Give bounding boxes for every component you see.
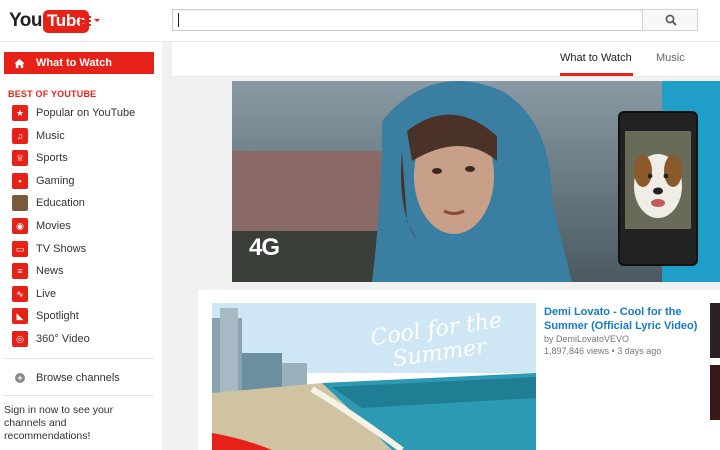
featured-video-card: Cool for the Summer Demi Lovato - Cool f… [198, 290, 720, 450]
sidebar-item-popular-on-youtube[interactable]: ★ Popular on YouTube [4, 103, 154, 123]
headphones-icon: ♫ [12, 128, 28, 144]
text-cursor [178, 13, 179, 27]
sidebar-item-label: Sports [36, 152, 68, 164]
sidebar-item-gaming[interactable]: ▪ Gaming [4, 171, 154, 191]
sidebar-item-label: Movies [36, 220, 71, 232]
sidebar-item-spotlight[interactable]: ◣ Spotlight [4, 306, 154, 326]
guide-menu-icon[interactable] [80, 14, 102, 28]
search-button[interactable] [642, 9, 698, 31]
sidebar-item-sports[interactable]: ♕ Sports [4, 148, 154, 168]
search-input[interactable] [172, 9, 642, 31]
home-icon [14, 58, 25, 68]
ad-banner[interactable]: 4G [232, 81, 720, 282]
video-meta: 1,897,846 views • 3 days ago [544, 346, 661, 356]
sidebar-item-label: Music [36, 130, 65, 142]
youtube-logo[interactable]: You Tube [9, 9, 90, 33]
video-title-link[interactable]: Demi Lovato - Cool for the Summer (Offic… [544, 305, 714, 333]
360-icon: ◎ [12, 331, 28, 347]
sidebar-item-tv-shows[interactable]: ▭ TV Shows [4, 239, 154, 259]
byline-prefix: by [544, 334, 557, 344]
sidebar-item-label: News [36, 265, 64, 277]
sidebar-item-label: TV Shows [36, 243, 87, 255]
sidebar-item-music[interactable]: ♫ Music [4, 126, 154, 146]
newspaper-icon: ≡ [12, 263, 28, 279]
sidebar-item-movies[interactable]: ◉ Movies [4, 216, 154, 236]
sidebar-item-label: Popular on YouTube [36, 107, 136, 119]
tab-music[interactable]: Music [656, 52, 685, 64]
sidebar-item-label: What to Watch [36, 57, 112, 69]
upload-age: 3 days ago [617, 346, 662, 356]
sidebar-item-360-video[interactable]: ◎ 360° Video [4, 329, 154, 349]
section-title: BEST OF YOUTUBE [8, 89, 97, 99]
divider [4, 358, 154, 359]
phone-image [618, 111, 698, 266]
meta-separator: • [609, 346, 618, 356]
channel-link[interactable]: DemiLovatoVEVO [556, 334, 629, 344]
popular-icon: ★ [12, 105, 28, 121]
active-tab-indicator [560, 73, 633, 76]
education-thumb-icon [12, 195, 28, 211]
sidebar-item-education[interactable]: Education [4, 193, 154, 213]
side-video-thumbnail[interactable] [710, 303, 720, 358]
divider [4, 395, 154, 396]
guide-sidebar: What to Watch BEST OF YOUTUBE ★ Popular o… [0, 42, 162, 450]
search-icon [665, 14, 677, 26]
view-count: 1,897,846 views [544, 346, 610, 356]
sidebar-item-label: Live [36, 288, 57, 300]
sidebar-item-news[interactable]: ≡ News [4, 261, 154, 281]
signin-prompt: Sign in now to see your channels and rec… [4, 404, 114, 442]
spotlight-icon: ◣ [12, 308, 28, 324]
content-tabs-bar: What to Watch Music [172, 42, 720, 77]
tv-icon: ▭ [12, 241, 28, 257]
browse-channels-link[interactable]: + Browse channels [4, 368, 154, 388]
side-video-thumbnail[interactable] [710, 365, 720, 420]
sidebar-item-label: 360° Video [36, 333, 90, 345]
sidebar-item-label: Spotlight [36, 310, 79, 322]
sidebar-item-label: Gaming [36, 175, 75, 187]
masthead: You Tube [0, 0, 720, 42]
trophy-icon: ♕ [12, 150, 28, 166]
plus-circle-icon: + [15, 373, 25, 383]
logo-you: You [9, 10, 42, 31]
sidebar-item-label: Education [36, 197, 85, 209]
ad-4g-badge: 4G [249, 234, 280, 261]
tab-what-to-watch[interactable]: What to Watch [560, 52, 632, 64]
browse-channels-label: Browse channels [36, 372, 120, 384]
video-byline: by DemiLovatoVEVO [544, 334, 629, 344]
gamepad-icon: ▪ [12, 173, 28, 189]
film-reel-icon: ◉ [12, 218, 28, 234]
sidebar-item-live[interactable]: ∿ Live [4, 284, 154, 304]
sidebar-item-what-to-watch[interactable]: What to Watch [4, 52, 154, 74]
live-icon: ∿ [12, 286, 28, 302]
